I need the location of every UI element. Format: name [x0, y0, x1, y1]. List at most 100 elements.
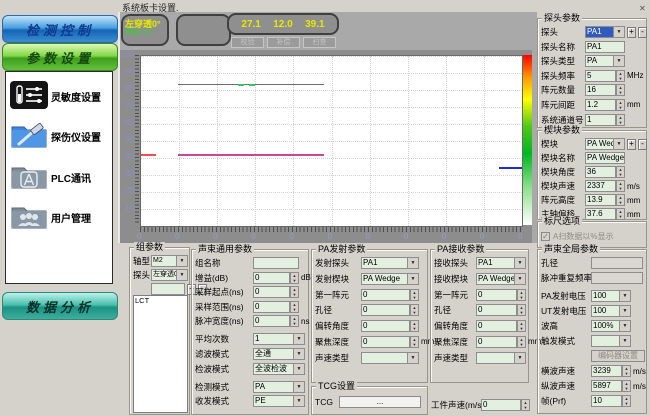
spin-down-button[interactable]: ▼: [616, 172, 625, 178]
spinner[interactable]: ▲▼: [616, 84, 625, 96]
spin-down-button[interactable]: ▼: [622, 371, 631, 377]
spin-field[interactable]: 37.6▲▼: [585, 208, 625, 220]
workpiece-velocity-field[interactable]: 0 ▲▼: [481, 399, 530, 411]
spin-field[interactable]: 0▲▼: [253, 272, 299, 284]
scan-button[interactable]: 扫查: [303, 37, 336, 48]
spinner[interactable]: ▲▼: [616, 194, 625, 206]
dropdown-arrow-icon[interactable]: ▼: [619, 320, 631, 332]
spinner[interactable]: ▲▼: [616, 166, 625, 178]
blank-button[interactable]: [176, 14, 231, 46]
combo-box[interactable]: PA1▼: [476, 257, 526, 269]
spinner[interactable]: ▲▼: [517, 336, 526, 348]
spin-down-button[interactable]: ▼: [616, 76, 625, 82]
dropdown-arrow-icon[interactable]: ▼: [407, 273, 419, 285]
combo-box[interactable]: ▼: [476, 352, 526, 364]
text-field[interactable]: [591, 272, 643, 284]
spin-field[interactable]: 0▲▼: [253, 286, 299, 298]
text-field[interactable]: PA Wedge: [585, 152, 625, 164]
spin-field[interactable]: 0▲▼: [361, 336, 419, 348]
combo-box[interactable]: 1▼: [253, 333, 305, 345]
dropdown-arrow-icon[interactable]: ▼: [514, 257, 526, 269]
calibrate-button[interactable]: 校验: [231, 37, 264, 48]
add-button[interactable]: +: [627, 27, 636, 38]
sidebar-item-flaw-detector[interactable]: 探伤仪设置: [10, 119, 108, 153]
spin-down-button[interactable]: ▼: [616, 214, 625, 220]
add-button[interactable]: +: [627, 139, 636, 150]
spin-down-button[interactable]: ▼: [521, 405, 530, 411]
spin-down-button[interactable]: ▼: [410, 342, 419, 348]
combo-box[interactable]: PA Wedge▼: [361, 273, 419, 285]
text-field[interactable]: [253, 257, 299, 269]
spin-field[interactable]: 0▲▼: [361, 304, 419, 316]
spinner[interactable]: ▲▼: [616, 208, 625, 220]
compensate-button[interactable]: 补偿: [267, 37, 300, 48]
dropdown-arrow-icon[interactable]: ▼: [293, 363, 305, 375]
checkbox-icon[interactable]: ✓: [541, 232, 550, 241]
spin-down-button[interactable]: ▼: [410, 310, 419, 316]
spin-field[interactable]: 10▲▼: [591, 395, 631, 407]
spin-down-button[interactable]: ▼: [290, 307, 299, 313]
spin-down-button[interactable]: ▼: [622, 386, 631, 392]
spin-field[interactable]: 5▲▼: [585, 70, 625, 82]
spin-down-button[interactable]: ▼: [616, 105, 625, 111]
spin-field[interactable]: 0▲▼: [476, 320, 526, 332]
spin-field[interactable]: 0▲▼: [361, 289, 419, 301]
combo-box[interactable]: ▼: [361, 352, 419, 364]
spin-down-button[interactable]: ▼: [290, 278, 299, 284]
combo-box[interactable]: PA Wedge▼: [476, 273, 526, 285]
spin-down-button[interactable]: ▼: [290, 321, 299, 327]
spinner[interactable]: ▲▼: [616, 180, 625, 192]
spinner[interactable]: ▲▼: [616, 99, 625, 111]
spinner[interactable]: ▲▼: [517, 320, 526, 332]
spin-field[interactable]: 0▲▼: [476, 336, 526, 348]
dropdown-arrow-icon[interactable]: ▼: [176, 269, 188, 281]
spinner[interactable]: ▲▼: [410, 336, 419, 348]
spin-field[interactable]: 1.2▲▼: [585, 99, 625, 111]
spin-down-button[interactable]: ▼: [517, 326, 526, 332]
dropdown-arrow-icon[interactable]: ▼: [619, 335, 631, 347]
dropdown-arrow-icon[interactable]: ▼: [613, 138, 625, 150]
spin-down-button[interactable]: ▼: [517, 310, 526, 316]
combo-box[interactable]: PA1▼: [361, 257, 419, 269]
combo-box[interactable]: 左穿透0°▼: [151, 269, 188, 281]
spin-down-button[interactable]: ▼: [622, 401, 631, 407]
sidebar-item-plc[interactable]: PLC通讯: [10, 160, 108, 194]
spin-down-button[interactable]: ▼: [517, 295, 526, 301]
spin-down-button[interactable]: ▼: [517, 342, 526, 348]
spin-down-button[interactable]: ▼: [616, 120, 625, 126]
spinner[interactable]: ▲▼: [517, 289, 526, 301]
dropdown-arrow-icon[interactable]: ▼: [613, 55, 625, 67]
sidebar-item-sensitivity[interactable]: 灵敏度设置: [10, 79, 108, 113]
dropdown-arrow-icon[interactable]: ▼: [619, 290, 631, 302]
percent-display-option[interactable]: ✓ A扫数据以%显示: [541, 231, 646, 242]
spinner[interactable]: ▲▼: [622, 380, 631, 392]
panel-button[interactable]: 编码器设置: [591, 350, 645, 362]
text-field[interactable]: [151, 283, 185, 295]
spin-field[interactable]: 0▲▼: [361, 320, 419, 332]
spinner[interactable]: ▲▼: [290, 272, 299, 284]
dropdown-arrow-icon[interactable]: ▼: [619, 305, 631, 317]
spinner[interactable]: ▲▼: [410, 289, 419, 301]
combo-box[interactable]: PA▼: [253, 381, 305, 393]
spin-field[interactable]: 36▲▼: [585, 166, 625, 178]
detect-control-button[interactable]: 检测控制: [2, 15, 118, 43]
spin-down-button[interactable]: ▼: [410, 295, 419, 301]
data-analysis-button[interactable]: 数据分析: [2, 292, 118, 320]
dropdown-arrow-icon[interactable]: ▼: [514, 273, 526, 285]
spin-down-button[interactable]: ▼: [616, 186, 625, 192]
panel-collapse-icon[interactable]: ✕: [639, 4, 646, 13]
spinner[interactable]: ▲▼: [290, 286, 299, 298]
spin-field[interactable]: 0▲▼: [253, 301, 299, 313]
combo-box[interactable]: M2▼: [151, 255, 188, 267]
spin-down-button[interactable]: ▼: [616, 90, 625, 96]
spinner[interactable]: ▲▼: [290, 315, 299, 327]
spin-field[interactable]: 3239▲▼: [591, 365, 631, 377]
spinner[interactable]: ▲▼: [521, 399, 530, 411]
dropdown-arrow-icon[interactable]: ▼: [514, 352, 526, 364]
dropdown-arrow-icon[interactable]: ▼: [293, 381, 305, 393]
spinner[interactable]: ▲▼: [616, 70, 625, 82]
spin-field[interactable]: 0▲▼: [253, 315, 299, 327]
spin-field[interactable]: 1▲▼: [585, 114, 625, 126]
combo-box[interactable]: 100%▼: [591, 320, 631, 332]
spinner[interactable]: ▲▼: [622, 395, 631, 407]
